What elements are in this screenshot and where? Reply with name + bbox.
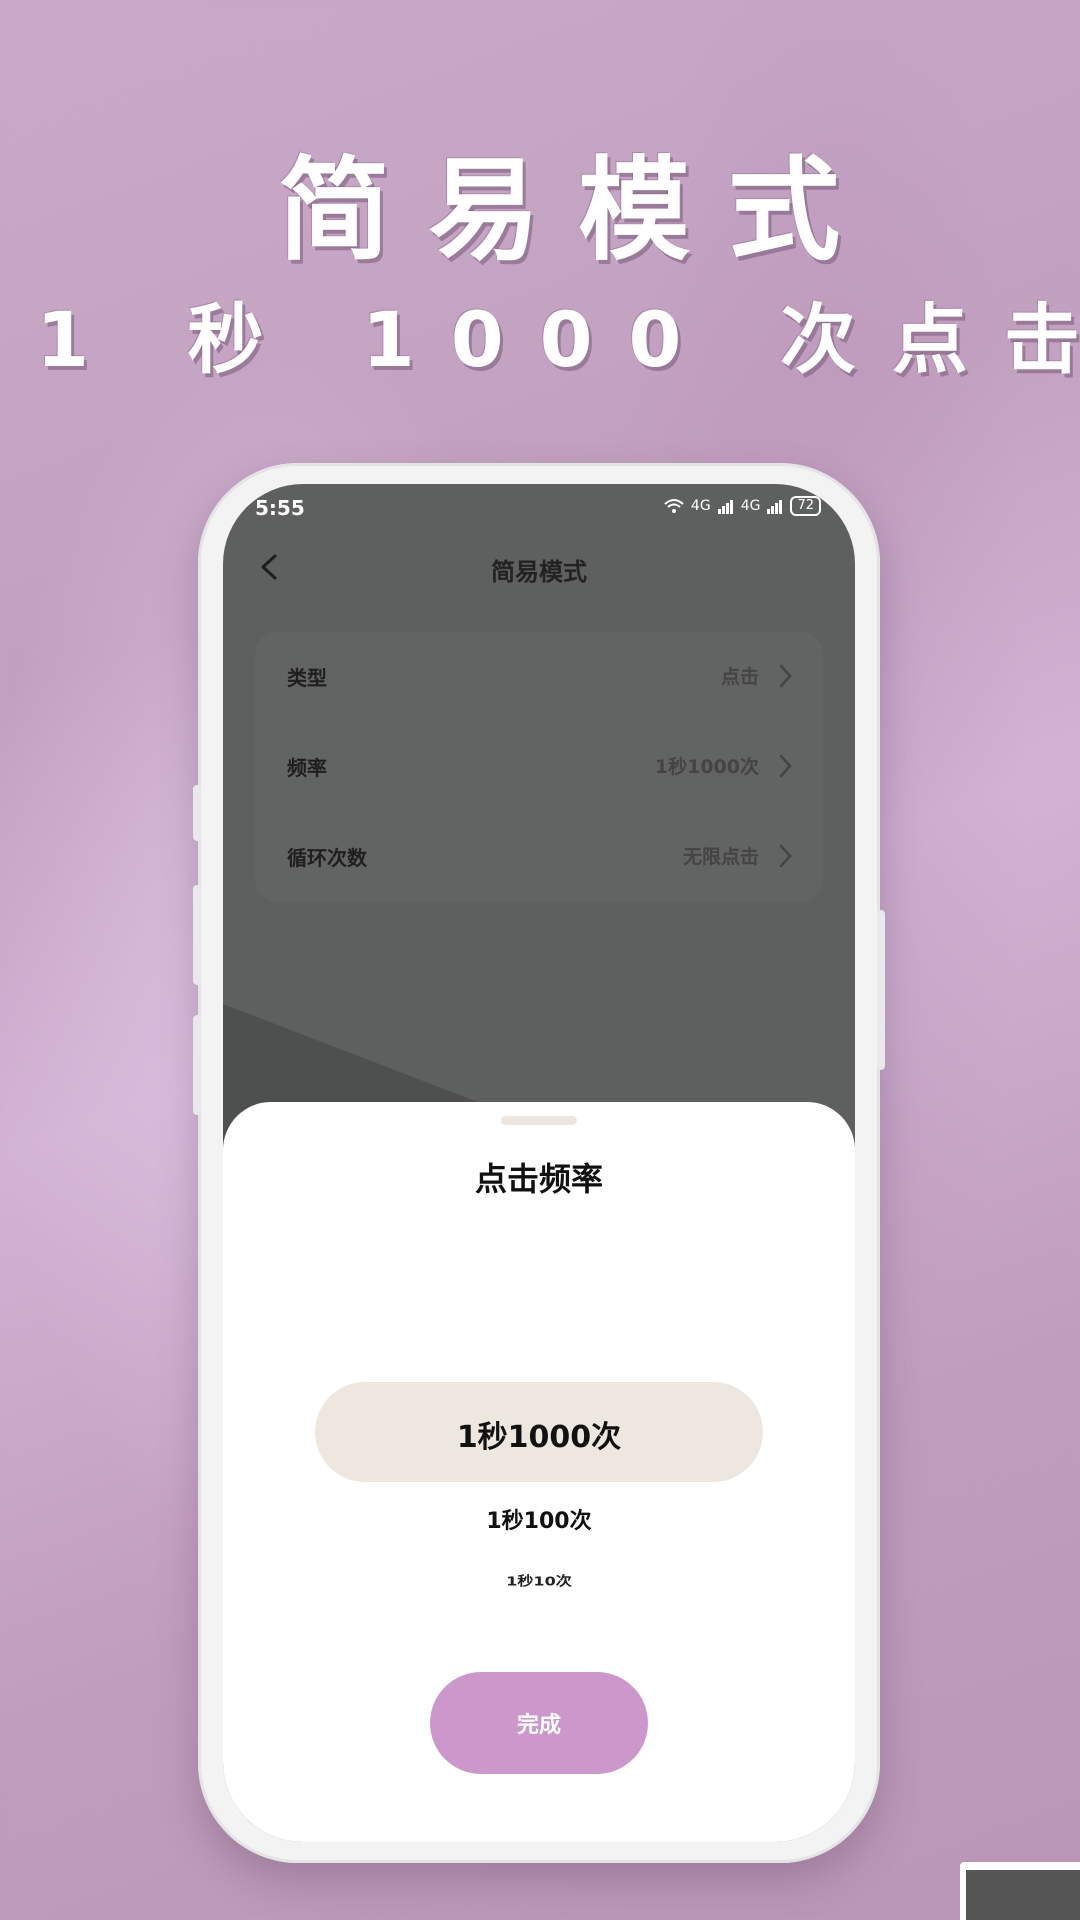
page-title: 简易模式 bbox=[491, 558, 587, 586]
cellular-signal-icon-2 bbox=[767, 500, 783, 514]
settings-card: 类型 点击 频率 1秒1000次 循环次数 无限点击 bbox=[255, 632, 823, 902]
setting-value: 无限点击 bbox=[682, 846, 759, 868]
preview-thumbnail-image bbox=[966, 1870, 1080, 1920]
picker-option[interactable]: 1秒100次 bbox=[223, 1503, 855, 1535]
picker-option[interactable]: 1秒10次 bbox=[223, 1570, 855, 1589]
chevron-right-icon bbox=[779, 844, 792, 868]
setting-value: 1秒1000次 bbox=[654, 756, 759, 778]
setting-label: 类型 bbox=[287, 666, 327, 690]
phone-power-button bbox=[877, 910, 885, 1070]
status-bar: 5:55 4G 4G 72 bbox=[223, 484, 855, 534]
chevron-right-icon bbox=[779, 664, 792, 688]
setting-label: 循环次数 bbox=[287, 846, 367, 870]
setting-row-type[interactable]: 类型 点击 bbox=[255, 632, 823, 722]
phone-screen: 5:55 4G 4G 72 简易模式 类型 点击 频率 1秒1000次 循环次数… bbox=[223, 484, 855, 1842]
status-icons: 4G 4G 72 bbox=[663, 496, 821, 516]
phone-side-button bbox=[193, 885, 201, 985]
preview-thumbnail bbox=[960, 1862, 1080, 1920]
network-type-label: 4G bbox=[690, 498, 711, 514]
sheet-title: 点击频率 bbox=[474, 1160, 603, 1198]
battery-icon: 72 bbox=[790, 496, 821, 516]
phone-side-button bbox=[193, 1015, 201, 1115]
picker-option[interactable]: 1秒1000次 bbox=[223, 1412, 855, 1456]
chevron-right-icon bbox=[779, 754, 792, 778]
setting-row-loop-count[interactable]: 循环次数 无限点击 bbox=[255, 812, 823, 902]
setting-label: 频率 bbox=[287, 756, 327, 780]
wifi-icon bbox=[664, 499, 684, 513]
promo-title: 简易模式 bbox=[278, 146, 878, 276]
setting-row-frequency[interactable]: 频率 1秒1000次 bbox=[255, 722, 823, 812]
cellular-signal-icon bbox=[717, 500, 733, 514]
sheet-grabber[interactable] bbox=[501, 1116, 577, 1125]
network-type-label-2: 4G bbox=[740, 498, 761, 514]
phone-side-button bbox=[193, 785, 201, 841]
promo-subtitle: 1 秒 1000 次点击 bbox=[36, 295, 1080, 384]
setting-value: 点击 bbox=[720, 666, 759, 688]
done-button[interactable]: 完成 bbox=[430, 1672, 648, 1774]
bottom-sheet: 点击频率 1秒1000次 1秒100次 1秒10次 完成 bbox=[223, 1102, 855, 1842]
status-time: 5:55 bbox=[255, 496, 305, 520]
